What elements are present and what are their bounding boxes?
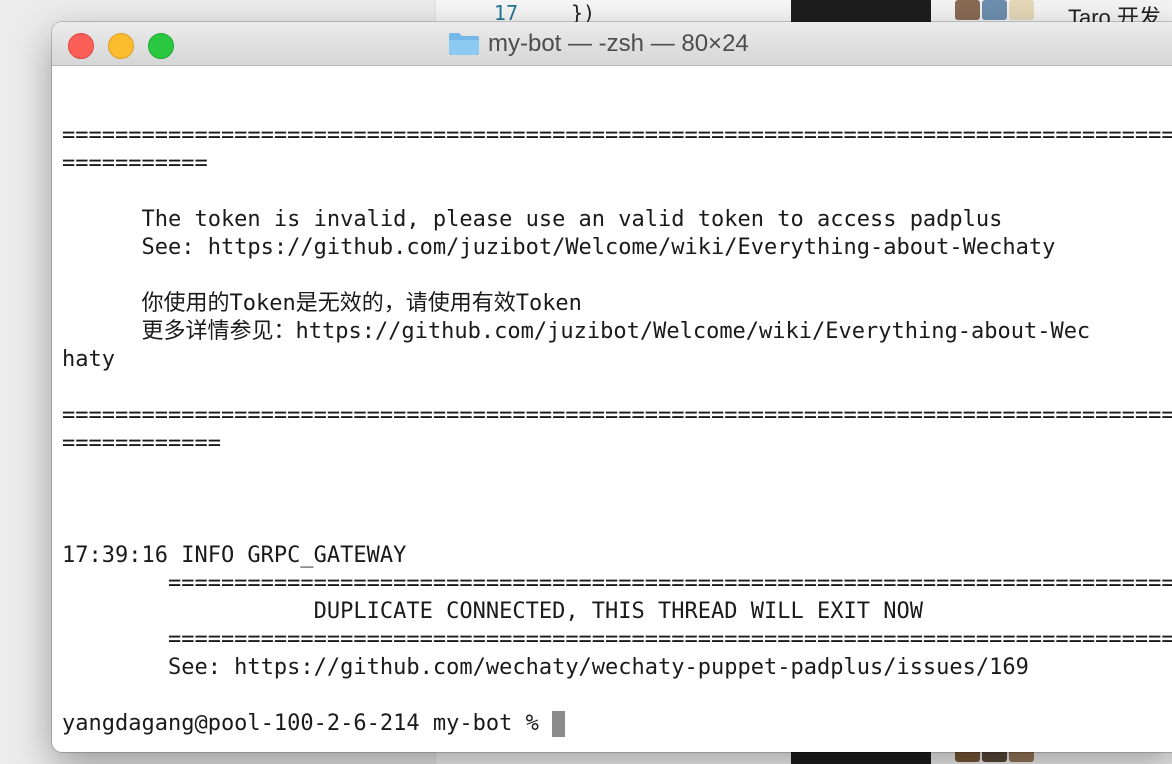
terminal-line: ========================================… <box>62 571 1172 596</box>
terminal-output[interactable]: ========================================… <box>62 66 1172 752</box>
terminal-line: ========================================… <box>62 627 1172 652</box>
avatar <box>982 0 1007 20</box>
shell-prompt: yangdagang@pool-100-2-6-214 my-bot % <box>62 711 539 736</box>
text-cursor <box>551 711 565 737</box>
terminal-line: See: https://github.com/juzibot/Welcome/… <box>62 235 1056 260</box>
terminal-line: DUPLICATE CONNECTED, THIS THREAD WILL EX… <box>62 599 923 624</box>
minimize-button[interactable] <box>108 33 134 59</box>
terminal-line: See: https://github.com/wechaty/wechaty-… <box>62 655 1029 680</box>
avatar <box>1009 0 1034 20</box>
terminal-line: 17:39:16 INFO GRPC_GATEWAY <box>62 543 407 568</box>
avatar-thumbnails <box>955 0 1034 20</box>
close-button[interactable] <box>68 33 94 59</box>
terminal-line: The token is invalid, please use an vali… <box>62 207 1003 232</box>
window-title-group: my-bot — -zsh — 80×24 <box>448 30 749 58</box>
title-bar[interactable]: my-bot — -zsh — 80×24 <box>52 22 1172 66</box>
avatar <box>955 0 980 20</box>
terminal-line: =========== <box>62 151 208 176</box>
terminal-line: ============ <box>62 431 221 456</box>
terminal-window[interactable]: my-bot — -zsh — 80×24 ==================… <box>52 22 1172 752</box>
terminal-line: haty <box>62 347 115 372</box>
maximize-button[interactable] <box>148 33 174 59</box>
prompt-line[interactable]: yangdagang@pool-100-2-6-214 my-bot % <box>62 710 1172 738</box>
terminal-line: ========================================… <box>62 123 1172 148</box>
window-title: my-bot — -zsh — 80×24 <box>488 30 749 57</box>
terminal-line: 你使用的Token是无效的，请使用有效Token <box>62 291 582 316</box>
terminal-line: 更多详情参见：https://github.com/juzibot/Welcom… <box>62 319 1091 344</box>
folder-icon <box>449 33 479 55</box>
output-lines: ========================================… <box>62 66 1172 710</box>
terminal-line: ========================================… <box>62 403 1172 428</box>
